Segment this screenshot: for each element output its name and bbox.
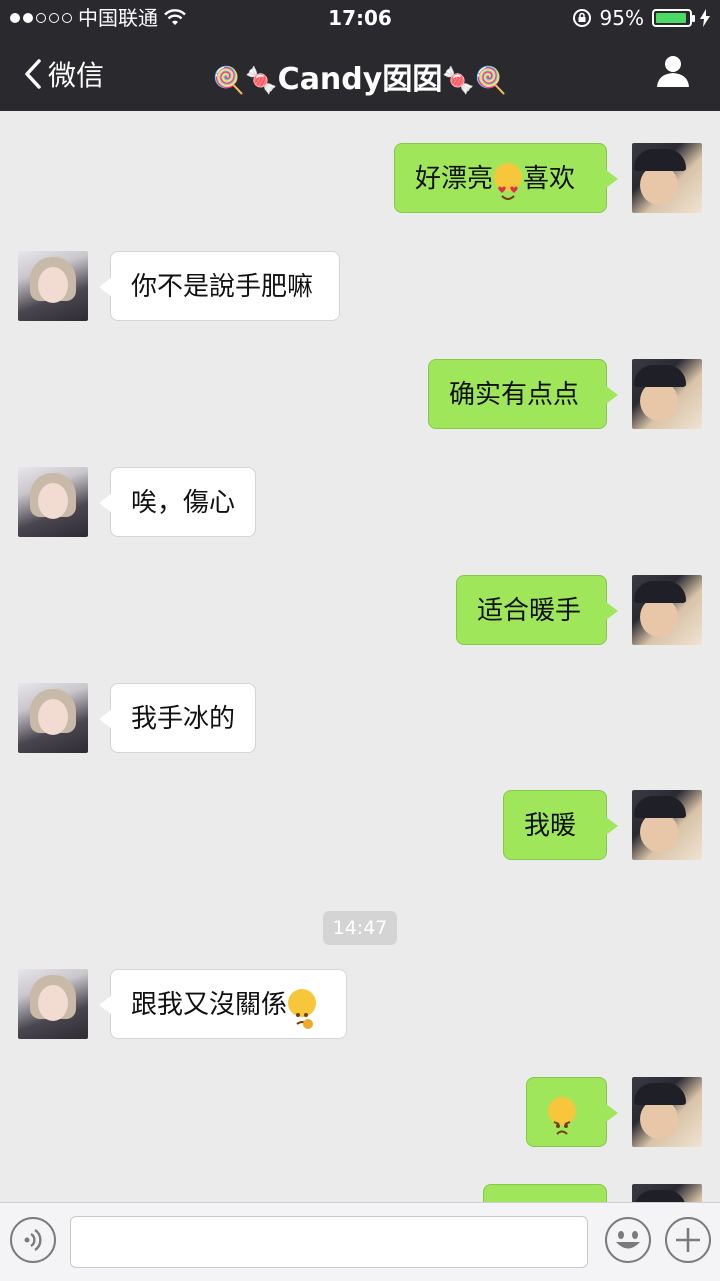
- contact-info-button[interactable]: [656, 54, 690, 92]
- candy-lollipop-emoji: 🍬🍭: [442, 66, 508, 96]
- message-bubble[interactable]: [526, 1077, 618, 1147]
- smiley-icon: [616, 1231, 640, 1249]
- message-bubble[interactable]: 适合暖手: [456, 575, 618, 645]
- worried-emoji-icon: [548, 1096, 576, 1135]
- input-bar: [0, 1202, 720, 1281]
- message-input[interactable]: [70, 1216, 588, 1268]
- heart-eyes-emoji-icon: [494, 162, 523, 200]
- message-bubble[interactable]: 跟我又沒關係: [99, 969, 347, 1039]
- contact-avatar[interactable]: [18, 969, 88, 1039]
- chat-title: 🍭🍬Candy囡囡🍬🍭: [0, 54, 720, 98]
- my-avatar[interactable]: [632, 1077, 702, 1147]
- top-bar: 中国联通 17:06 95% 微信 🍭🍬Candy囡囡🍬🍭: [0, 0, 720, 111]
- message-bubble[interactable]: 我暖: [503, 790, 618, 860]
- message-bubble[interactable]: 确实有点点: [428, 359, 618, 429]
- emoji-button[interactable]: [605, 1217, 651, 1263]
- message-text: 跟我又沒關係: [131, 990, 288, 1020]
- message-text: 好漂亮: [415, 164, 494, 194]
- contact-avatar[interactable]: [18, 683, 88, 753]
- my-avatar[interactable]: [632, 790, 702, 860]
- thinking-emoji-icon: [288, 988, 317, 1029]
- battery-icon: [652, 9, 695, 27]
- message-bubble[interactable]: 好漂亮 喜欢: [394, 143, 618, 213]
- voice-toggle-button[interactable]: [10, 1217, 56, 1263]
- charging-icon: [700, 9, 710, 27]
- timestamp-badge: 14:47: [323, 911, 397, 945]
- contact-avatar[interactable]: [18, 467, 88, 537]
- message-text: 适合暖手: [477, 596, 582, 626]
- my-avatar[interactable]: [632, 143, 702, 213]
- navigation-bar: 微信 🍭🍬Candy囡囡🍬🍭: [0, 36, 720, 111]
- message-text: 喜欢: [523, 164, 576, 194]
- person-icon: [657, 56, 689, 87]
- message-text: 唉，傷心: [131, 488, 236, 518]
- message-text: 我暖: [524, 811, 577, 841]
- message-bubble[interactable]: 你不是說手肥嘛: [99, 251, 340, 321]
- message-text: 我手冰的: [131, 704, 236, 734]
- rotation-lock-icon: [572, 9, 591, 27]
- contact-name: Candy囡囡: [277, 62, 443, 97]
- battery-percent: 95%: [599, 6, 644, 30]
- more-button[interactable]: [665, 1217, 711, 1263]
- contact-avatar[interactable]: [18, 251, 88, 321]
- message-text: 你不是說手肥嘛: [131, 272, 314, 302]
- message-bubble[interactable]: 我手冰的: [99, 683, 256, 753]
- my-avatar[interactable]: [632, 575, 702, 645]
- plus-icon: [676, 1228, 700, 1252]
- message-text: 确实有点点: [449, 380, 580, 410]
- my-avatar[interactable]: [632, 359, 702, 429]
- lollipop-candy-emoji: 🍭🍬: [212, 66, 278, 96]
- voice-icon: [24, 1229, 42, 1251]
- status-bar: 中国联通 17:06 95%: [0, 0, 720, 36]
- message-bubble[interactable]: 唉，傷心: [99, 467, 256, 537]
